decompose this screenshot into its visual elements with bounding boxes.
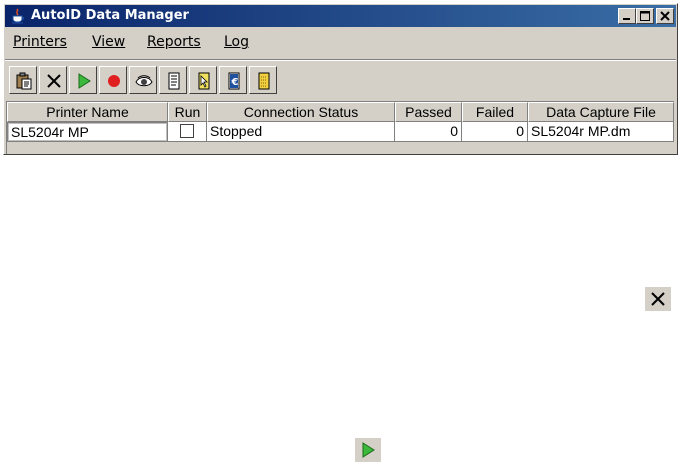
euro-document-icon: €	[228, 72, 240, 90]
pointer-document-icon	[198, 72, 210, 90]
column-header-printer-name[interactable]: Printer Name	[7, 102, 168, 122]
maximize-button[interactable]	[636, 8, 654, 24]
minimize-icon	[623, 18, 630, 20]
column-header-data-capture-file[interactable]: Data Capture File	[528, 102, 674, 122]
close-icon	[660, 11, 670, 21]
paste-button[interactable]	[9, 66, 37, 94]
floating-remove-button[interactable]	[645, 287, 671, 311]
run-checkbox[interactable]	[180, 124, 194, 138]
report-button[interactable]	[159, 66, 187, 94]
play-icon	[362, 442, 375, 458]
menu-view[interactable]: View	[92, 33, 125, 51]
menu-reports[interactable]: Reports	[147, 33, 201, 51]
close-x-icon	[651, 292, 665, 306]
menu-log[interactable]: Log	[224, 33, 249, 51]
cell-run	[168, 122, 207, 142]
close-window-button[interactable]	[656, 8, 674, 24]
svg-text:€: €	[231, 77, 239, 88]
column-header-failed[interactable]: Failed	[462, 102, 528, 122]
maximize-icon	[640, 11, 650, 21]
clipboard-icon	[16, 72, 32, 90]
monitor-button[interactable]	[129, 66, 157, 94]
close-x-icon	[47, 74, 61, 88]
remove-button[interactable]	[39, 66, 67, 94]
record-icon	[108, 75, 120, 87]
card-icon	[258, 72, 270, 90]
document-icon	[168, 72, 180, 90]
menu-bar: Printers View Reports Log	[5, 31, 676, 53]
eye-icon	[135, 75, 153, 87]
tag-button[interactable]	[249, 66, 277, 94]
start-button[interactable]	[69, 66, 97, 94]
cell-data-capture-file[interactable]: SL5204r MP.dm	[528, 122, 674, 142]
cell-connection-status[interactable]: Stopped	[207, 122, 395, 142]
cell-printer-name[interactable]: SL5204r MP	[7, 122, 168, 142]
window-title: AutoID Data Manager	[31, 8, 189, 23]
menu-printers[interactable]: Printers	[13, 33, 67, 51]
play-icon	[78, 73, 91, 89]
column-header-connection-status[interactable]: Connection Status	[207, 102, 395, 122]
select-report-button[interactable]	[189, 66, 217, 94]
java-cup-icon	[12, 8, 24, 24]
cell-failed[interactable]: 0	[462, 122, 528, 142]
floating-start-button[interactable]	[355, 438, 381, 462]
stop-button[interactable]	[99, 66, 127, 94]
cell-passed[interactable]: 0	[395, 122, 462, 142]
printer-table: Printer Name Run Connection Status Passe…	[6, 101, 674, 154]
toolbar-separator	[5, 59, 676, 61]
minimize-button[interactable]	[618, 8, 636, 24]
column-header-run[interactable]: Run	[168, 102, 207, 122]
title-bar[interactable]: AutoID Data Manager	[5, 5, 676, 27]
billing-button[interactable]: €	[219, 66, 247, 94]
column-header-passed[interactable]: Passed	[395, 102, 462, 122]
app-window: AutoID Data Manager Printers View Report…	[3, 3, 678, 155]
